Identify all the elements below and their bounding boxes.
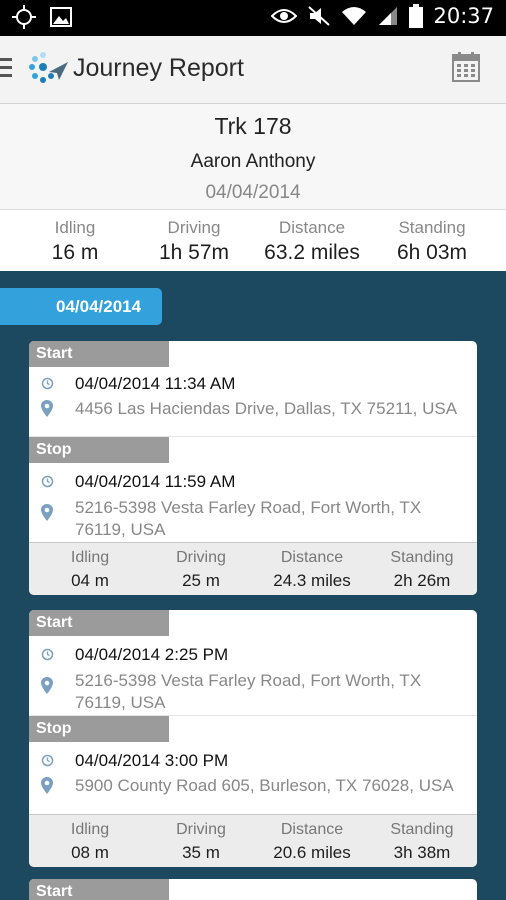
trip-standing: Standing 2h 26m (390, 549, 454, 590)
trip-stats: Idling 04 m Driving 25 m Distance 24.3 m… (29, 542, 477, 595)
trip-driving: Driving 25 m (176, 549, 226, 590)
stop-address: 5216-5398 Vesta Farley Road, Fort Worth,… (75, 498, 422, 539)
summary-distance: Distance 63.2 miles (264, 218, 360, 264)
calendar-icon[interactable] (452, 52, 480, 82)
stop-time-row: 04/04/2014 11:59 AM (29, 471, 477, 496)
location-pin-icon (41, 677, 53, 694)
battery-icon (409, 4, 424, 28)
trip-idling: Idling 04 m (70, 549, 110, 590)
summary-standing: Standing 6h 03m (396, 218, 468, 264)
journey-header: Trk 178 Aaron Anthony 04/04/2014 (0, 104, 506, 209)
status-bar: 20:37 (0, 0, 506, 36)
stop-label: Stop (29, 437, 169, 463)
stop-time: 04/04/2014 11:59 AM (75, 472, 236, 491)
trip-card-3[interactable]: Start (29, 879, 477, 900)
eye-icon (271, 9, 298, 23)
stop-address-row: 5216-5398 Vesta Farley Road, Fort Worth,… (29, 496, 477, 542)
trip-standing: Standing 3h 38m (390, 821, 454, 862)
stop-time-row: 04/04/2014 3:00 PM (29, 750, 477, 775)
journey-summary: Idling 16 m Driving 1h 57m Distance 63.2… (0, 209, 506, 271)
app-logo-icon[interactable] (26, 50, 70, 88)
journey-date: 04/04/2014 (205, 182, 301, 203)
start-time-row: 04/04/2014 2:25 PM (29, 644, 477, 669)
trip-distance: Distance 24.3 miles (273, 549, 351, 590)
location-pin-icon (41, 400, 53, 417)
stop-time: 04/04/2014 3:00 PM (75, 751, 229, 770)
trip-stats: Idling 08 m Driving 35 m Distance 20.6 m… (29, 814, 477, 867)
start-address: 5216-5398 Vesta Farley Road, Fort Worth,… (75, 671, 422, 712)
page-title: Journey Report (73, 54, 244, 82)
clock-icon (41, 475, 54, 488)
summary-idling: Idling 16 m (51, 218, 99, 264)
clock-icon (41, 377, 54, 390)
start-time: 04/04/2014 2:25 PM (75, 645, 229, 664)
trip-driving: Driving 35 m (176, 821, 226, 862)
start-address: 4456 Las Haciendas Drive, Dallas, TX 752… (75, 399, 458, 418)
menu-icon[interactable] (0, 58, 14, 82)
start-time: 04/04/2014 11:34 AM (75, 374, 236, 393)
stop-label: Stop (29, 716, 169, 742)
stop-address-row: 5900 County Road 605, Burleson, TX 76028… (29, 775, 477, 800)
start-label: Start (29, 341, 169, 367)
start-time-row: 04/04/2014 11:34 AM (29, 373, 477, 398)
start-address-row: 5216-5398 Vesta Farley Road, Fort Worth,… (29, 669, 477, 715)
driver-name: Aaron Anthony (190, 151, 316, 172)
stop-address: 5900 County Road 605, Burleson, TX 76028… (75, 776, 454, 795)
signal-icon (379, 7, 398, 25)
trip-card-1[interactable]: Start 04/04/2014 11:34 AM 4456 Las Hacie… (29, 341, 477, 595)
mute-icon (308, 6, 331, 26)
gps-icon (12, 5, 36, 29)
action-bar: Journey Report (0, 36, 506, 104)
location-pin-icon (41, 777, 53, 794)
date-tab[interactable]: 04/04/2014 (0, 288, 162, 325)
trip-idling: Idling 08 m (70, 821, 110, 862)
clock-icon (41, 754, 54, 767)
summary-driving: Driving 1h 57m (158, 218, 230, 264)
trip-distance: Distance 20.6 miles (273, 821, 351, 862)
image-icon (50, 7, 72, 27)
location-pin-icon (41, 504, 53, 521)
start-address-row: 4456 Las Haciendas Drive, Dallas, TX 752… (29, 398, 477, 423)
wifi-icon (342, 7, 367, 25)
start-label: Start (29, 879, 169, 900)
clock-icon (41, 648, 54, 661)
clock: 20:37 (433, 4, 494, 28)
vehicle-name: Trk 178 (214, 113, 292, 139)
trip-card-2[interactable]: Start 04/04/2014 2:25 PM 5216-5398 Vesta… (29, 610, 477, 867)
start-label: Start (29, 610, 169, 636)
